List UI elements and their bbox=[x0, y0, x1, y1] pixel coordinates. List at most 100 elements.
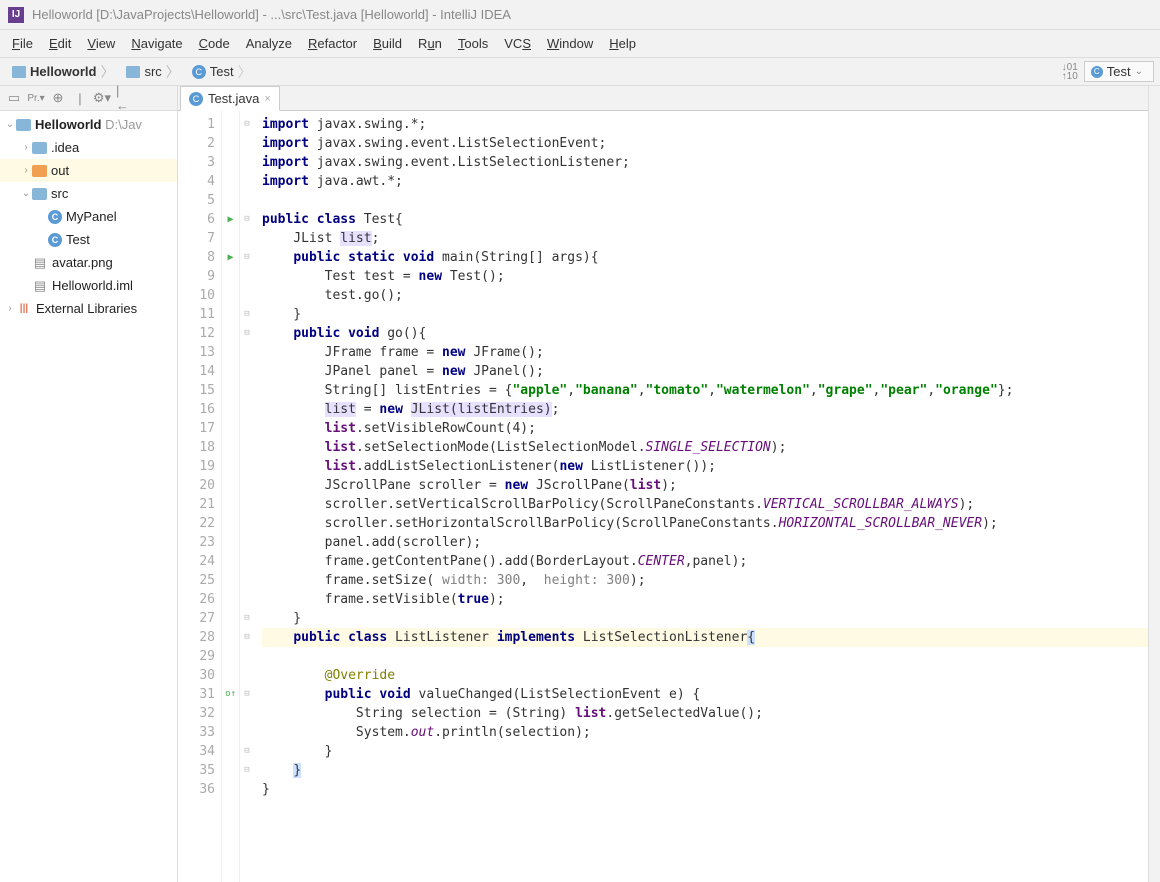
fold-icon[interactable]: ⊟ bbox=[244, 324, 249, 343]
menu-vcs[interactable]: VCS bbox=[496, 32, 539, 55]
menu-analyze[interactable]: Analyze bbox=[238, 32, 300, 55]
menu-help[interactable]: Help bbox=[601, 32, 644, 55]
breadcrumb-class[interactable]: C Test bbox=[186, 60, 258, 84]
code-line[interactable]: System.out.println(selection); bbox=[262, 723, 1148, 742]
expand-arrow-icon[interactable]: › bbox=[4, 303, 16, 314]
app-icon: IJ bbox=[8, 7, 24, 23]
tree-item[interactable]: ▤Helloworld.iml bbox=[0, 274, 177, 297]
breadcrumb-src[interactable]: src bbox=[120, 60, 185, 84]
code-line[interactable]: } bbox=[262, 780, 1148, 799]
fold-icon[interactable]: ⊟ bbox=[244, 742, 249, 761]
editor-area: C Test.java × 12345678910111213141516171… bbox=[178, 86, 1148, 882]
tree-item[interactable]: ›.idea bbox=[0, 136, 177, 159]
override-gutter-icon[interactable]: o↑ bbox=[225, 685, 236, 704]
code-line[interactable]: public static void main(String[] args){ bbox=[262, 248, 1148, 267]
code-line[interactable] bbox=[262, 191, 1148, 210]
code-line[interactable]: String[] listEntries = {"apple","banana"… bbox=[262, 381, 1148, 400]
code-line[interactable]: import java.awt.*; bbox=[262, 172, 1148, 191]
toolbar-gear-icon[interactable]: ⚙▾ bbox=[94, 90, 110, 106]
code-line[interactable]: panel.add(scroller); bbox=[262, 533, 1148, 552]
code-line[interactable]: frame.setVisible(true); bbox=[262, 590, 1148, 609]
code-line[interactable]: frame.getContentPane().add(BorderLayout.… bbox=[262, 552, 1148, 571]
tree-item[interactable]: CTest bbox=[0, 228, 177, 251]
menu-code[interactable]: Code bbox=[191, 32, 238, 55]
tree-root[interactable]: ⌄ Helloworld D:\Jav bbox=[0, 113, 177, 136]
code-line[interactable]: test.go(); bbox=[262, 286, 1148, 305]
close-icon[interactable]: × bbox=[264, 93, 270, 105]
menu-tools[interactable]: Tools bbox=[450, 32, 496, 55]
editor-tab-test[interactable]: C Test.java × bbox=[180, 86, 280, 111]
code-line[interactable]: scroller.setVerticalScrollBarPolicy(Scro… bbox=[262, 495, 1148, 514]
code-line[interactable]: } bbox=[262, 305, 1148, 324]
scroll-to-source-icon[interactable]: ↓01↑10 bbox=[1062, 63, 1078, 81]
code-line[interactable]: JList list; bbox=[262, 229, 1148, 248]
code-line[interactable]: import javax.swing.*; bbox=[262, 115, 1148, 134]
tree-item[interactable]: ›out bbox=[0, 159, 177, 182]
fold-icon[interactable]: ⊟ bbox=[244, 210, 249, 229]
tree-item[interactable]: ▤avatar.png bbox=[0, 251, 177, 274]
toolbar-project-icon[interactable]: ▭ bbox=[6, 90, 22, 106]
code-line[interactable]: public void valueChanged(ListSelectionEv… bbox=[262, 685, 1148, 704]
editor-tabs: C Test.java × bbox=[178, 86, 1148, 111]
breadcrumbs: Helloworld src C Test bbox=[6, 60, 258, 84]
code-line[interactable]: JFrame frame = new JFrame(); bbox=[262, 343, 1148, 362]
code-line[interactable]: String selection = (String) list.getSele… bbox=[262, 704, 1148, 723]
expand-arrow-icon[interactable]: ⌄ bbox=[20, 188, 32, 199]
class-icon: C bbox=[192, 65, 206, 79]
run-configuration-dropdown[interactable]: C Test ⌄ bbox=[1084, 61, 1154, 82]
toolbar-pr-icon[interactable]: Pr.▾ bbox=[28, 90, 44, 106]
code-line[interactable]: list = new JList(listEntries); bbox=[262, 400, 1148, 419]
code-line[interactable]: } bbox=[262, 609, 1148, 628]
folder-icon bbox=[16, 119, 31, 131]
menu-build[interactable]: Build bbox=[365, 32, 410, 55]
code-line[interactable]: list.setVisibleRowCount(4); bbox=[262, 419, 1148, 438]
menu-view[interactable]: View bbox=[79, 32, 123, 55]
toolbar-target-icon[interactable]: ⊕ bbox=[50, 90, 66, 106]
code-line[interactable]: JPanel panel = new JPanel(); bbox=[262, 362, 1148, 381]
menu-run[interactable]: Run bbox=[410, 32, 450, 55]
code-line[interactable]: @Override bbox=[262, 666, 1148, 685]
code-line[interactable]: public class Test{ bbox=[262, 210, 1148, 229]
code-line[interactable]: scroller.setHorizontalScrollBarPolicy(Sc… bbox=[262, 514, 1148, 533]
code-line[interactable]: import javax.swing.event.ListSelectionLi… bbox=[262, 153, 1148, 172]
fold-icon[interactable]: ⊟ bbox=[244, 248, 249, 267]
code-line[interactable]: } bbox=[262, 761, 1148, 780]
code-line[interactable]: frame.setSize( width: 300, height: 300); bbox=[262, 571, 1148, 590]
fold-icon[interactable]: ⊟ bbox=[244, 685, 249, 704]
expand-arrow-icon[interactable]: › bbox=[20, 165, 32, 176]
fold-icon[interactable]: ⊟ bbox=[244, 628, 249, 647]
fold-icon[interactable]: ⊟ bbox=[244, 609, 249, 628]
expand-arrow-icon[interactable]: › bbox=[20, 142, 32, 153]
code-line[interactable]: } bbox=[262, 742, 1148, 761]
project-tool-window: ▭ Pr.▾ ⊕ | ⚙▾ |← ⌄ Helloworld D:\Jav ›.i… bbox=[0, 86, 178, 882]
menu-file[interactable]: File bbox=[4, 32, 41, 55]
breadcrumb-project[interactable]: Helloworld bbox=[6, 60, 120, 84]
menu-refactor[interactable]: Refactor bbox=[300, 32, 365, 55]
code-line[interactable] bbox=[262, 647, 1148, 666]
code-line[interactable]: Test test = new Test(); bbox=[262, 267, 1148, 286]
project-tree[interactable]: ⌄ Helloworld D:\Jav ›.idea›out⌄srcCMyPan… bbox=[0, 111, 177, 882]
expand-arrow-icon[interactable]: ⌄ bbox=[4, 119, 16, 130]
run-gutter-icon[interactable]: ▶ bbox=[227, 210, 233, 229]
tree-item[interactable]: ⌄src bbox=[0, 182, 177, 205]
code-line[interactable]: public class ListListener implements Lis… bbox=[262, 628, 1148, 647]
code-line[interactable]: public void go(){ bbox=[262, 324, 1148, 343]
menu-navigate[interactable]: Navigate bbox=[123, 32, 190, 55]
menu-edit[interactable]: Edit bbox=[41, 32, 79, 55]
toolbar-collapse-icon[interactable]: |← bbox=[116, 90, 132, 106]
run-gutter-icon[interactable]: ▶ bbox=[227, 248, 233, 267]
fold-icon[interactable]: ⊟ bbox=[244, 305, 249, 324]
editor-right-scrollbar[interactable] bbox=[1148, 86, 1160, 882]
tree-external-libraries[interactable]: › ||| External Libraries bbox=[0, 297, 177, 320]
tree-item[interactable]: CMyPanel bbox=[0, 205, 177, 228]
code-line[interactable]: JScrollPane scroller = new JScrollPane(l… bbox=[262, 476, 1148, 495]
fold-icon[interactable]: ⊟ bbox=[244, 761, 249, 780]
class-icon: C bbox=[48, 233, 62, 247]
fold-icon[interactable]: ⊟ bbox=[244, 115, 249, 134]
code-body[interactable]: import javax.swing.*;import javax.swing.… bbox=[254, 111, 1148, 882]
menu-window[interactable]: Window bbox=[539, 32, 601, 55]
code-line[interactable]: list.setSelectionMode(ListSelectionModel… bbox=[262, 438, 1148, 457]
code-line[interactable]: list.addListSelectionListener(new ListLi… bbox=[262, 457, 1148, 476]
code-line[interactable]: import javax.swing.event.ListSelectionEv… bbox=[262, 134, 1148, 153]
code-editor[interactable]: 1234567891011121314151617181920212223242… bbox=[178, 111, 1148, 882]
